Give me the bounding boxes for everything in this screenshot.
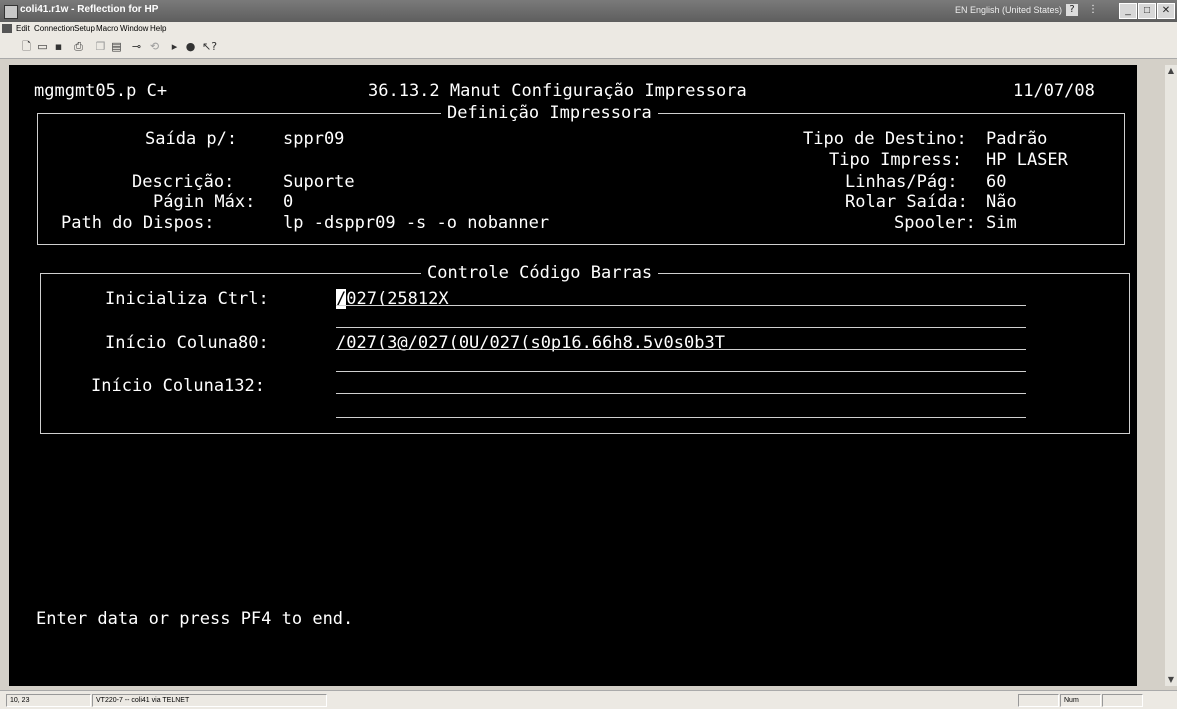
play-icon[interactable]: ▸ — [168, 40, 181, 53]
inicializa-ctrl-underline-2 — [336, 327, 1026, 328]
cursor-position: 10, 23 — [6, 694, 91, 707]
toolbar: 🗋 ▭ ▪ ⎙ ❐ ▤ ⊸ ⟲ ▸ ● ↖? — [0, 36, 1177, 59]
inicializa-ctrl-label: Inicializa Ctrl: — [105, 289, 269, 309]
record-icon[interactable]: ● — [184, 40, 197, 53]
status-empty-cell-2 — [1102, 694, 1143, 707]
screen-title: 36.13.2 Manut Configuração Impressora — [368, 81, 747, 101]
path-value[interactable]: lp -dsppr09 -s -o nobanner — [283, 213, 549, 233]
rolar-saida-label: Rolar Saída: — [845, 192, 968, 212]
session-info: VT220-7 -- coli41 via TELNET — [92, 694, 327, 707]
saida-label: Saída p/: — [145, 129, 238, 149]
num-lock-indicator: Num — [1060, 694, 1101, 707]
save-icon[interactable]: ▪ — [52, 40, 65, 53]
title-bar: coli41.r1w - Reflection for HP EN Englis… — [0, 0, 1177, 22]
program-name: mgmgmt05.p C+ — [34, 81, 168, 101]
status-empty-cell — [1018, 694, 1059, 707]
language-bar-grip-icon[interactable]: ⋮ — [1088, 4, 1098, 15]
path-label: Path do Dispos: — [61, 213, 215, 233]
window-title: coli41.r1w - Reflection for HP — [20, 4, 159, 15]
barcode-control-title: Controle Código Barras — [421, 263, 659, 283]
menu-window[interactable]: Window — [120, 24, 148, 33]
pagin-max-value[interactable]: 0 — [283, 192, 293, 212]
screen-date: 11/07/08 — [1013, 81, 1095, 101]
menu-bar: Edit Connection Setup Macro Window Help — [0, 22, 1177, 36]
inicio-coluna132-underline-1 — [336, 393, 1026, 394]
whats-this-help-icon[interactable]: ↖? — [202, 40, 217, 53]
print-icon[interactable]: ⎙ — [72, 40, 85, 53]
printer-definition-title: Definição Impressora — [441, 103, 658, 123]
connect-icon[interactable]: ⊸ — [130, 40, 143, 53]
disconnect-icon[interactable]: ⟲ — [148, 40, 161, 53]
open-folder-icon[interactable]: ▭ — [36, 40, 49, 53]
vertical-scrollbar[interactable]: ▲ ▼ — [1165, 65, 1177, 686]
file-menu-icon[interactable] — [2, 24, 12, 33]
terminal-cursor: / — [336, 289, 347, 309]
rolar-saida-value[interactable]: Não — [986, 192, 1017, 212]
inicio-coluna80-underline-1 — [336, 349, 1026, 350]
linhas-value[interactable]: 60 — [986, 172, 1006, 192]
inicio-coluna132-label: Início Coluna132: — [91, 376, 265, 396]
inicio-coluna132-underline-2 — [336, 417, 1026, 418]
saida-value[interactable]: sppr09 — [283, 129, 344, 149]
close-button[interactable]: ✕ — [1157, 3, 1175, 19]
inicio-coluna80-underline-2 — [336, 371, 1026, 372]
inicializa-ctrl-value: 027(25812X — [346, 289, 449, 309]
minimize-button[interactable]: _ — [1119, 3, 1137, 19]
paste-icon[interactable]: ▤ — [110, 40, 123, 53]
descricao-value[interactable]: Suporte — [283, 172, 355, 192]
menu-help[interactable]: Help — [150, 24, 166, 33]
inicializa-ctrl-underline-1 — [336, 305, 1026, 306]
menu-edit[interactable]: Edit — [16, 24, 30, 33]
tipo-destino-label: Tipo de Destino: — [803, 129, 967, 149]
language-indicator[interactable]: EN English (United States) — [955, 5, 1062, 15]
menu-setup[interactable]: Setup — [74, 24, 95, 33]
tipo-impress-value[interactable]: HP LASER — [986, 150, 1068, 170]
maximize-button[interactable]: □ — [1138, 3, 1156, 19]
inicio-coluna80-label: Início Coluna80: — [105, 333, 269, 353]
tipo-destino-value[interactable]: Padrão — [986, 129, 1047, 149]
spooler-value[interactable]: Sim — [986, 213, 1017, 233]
inicio-coluna80-value[interactable]: /027(3@/027(0U/027(s0p16.66h8.5v0s0b3T — [336, 333, 725, 353]
copy-icon[interactable]: ❐ — [94, 40, 107, 53]
spooler-label: Spooler: — [894, 213, 976, 233]
linhas-label: Linhas/Pág: — [845, 172, 958, 192]
tipo-impress-label: Tipo Impress: — [829, 150, 963, 170]
language-help-icon[interactable]: ? — [1066, 4, 1078, 16]
status-message: Enter data or press PF4 to end. — [36, 609, 354, 629]
scroll-down-icon[interactable]: ▼ — [1165, 674, 1177, 686]
terminal-screen[interactable]: mgmgmt05.p C+ 36.13.2 Manut Configuração… — [9, 65, 1137, 686]
menu-connection[interactable]: Connection — [34, 24, 74, 33]
new-document-icon[interactable]: 🗋 — [20, 40, 33, 53]
pagin-max-label: Págin Máx: — [153, 192, 256, 212]
inicializa-ctrl-field[interactable]: /027(25812X — [336, 289, 449, 309]
status-bar: 10, 23 VT220-7 -- coli41 via TELNET Num — [0, 690, 1177, 709]
app-icon[interactable] — [4, 5, 18, 19]
descricao-label: Descrição: — [132, 172, 235, 192]
menu-macro[interactable]: Macro — [96, 24, 118, 33]
scroll-up-icon[interactable]: ▲ — [1165, 65, 1177, 77]
